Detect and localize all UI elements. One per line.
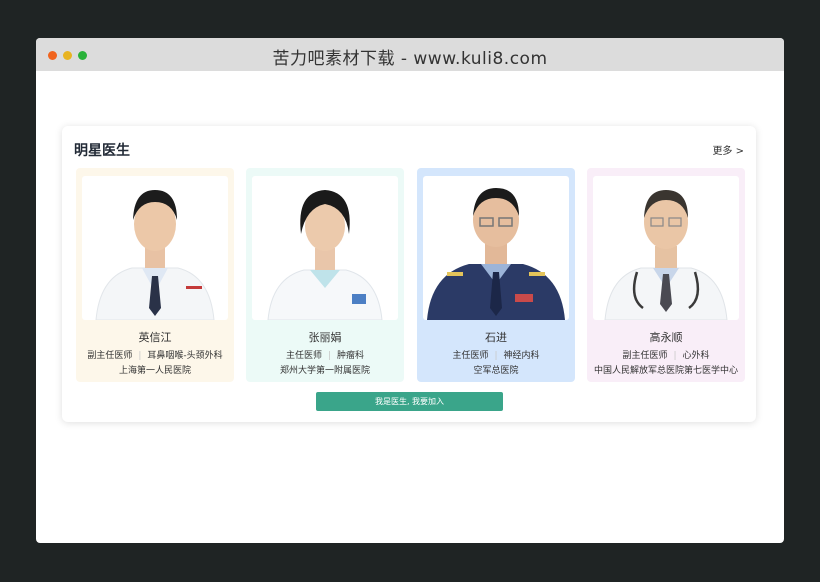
doctor-title: 副主任医师 (622, 351, 668, 361)
doctor-card[interactable]: 高永顺 副主任医师 | 心外科 中国人民解放军总医院第七医学中心 (587, 168, 745, 382)
doctor-name: 高永顺 (649, 331, 683, 344)
doctor-name: 石进 (485, 331, 507, 344)
doctor-photo (593, 176, 739, 320)
doctor-department: 耳鼻咽喉-头颈外科 (147, 351, 223, 361)
title-bar: 苦力吧素材下载 - www.kuli8.com (36, 38, 784, 71)
doctor-card[interactable]: 石进 主任医师 | 神经内科 空军总医院 (417, 168, 575, 382)
window-title: 苦力吧素材下载 - www.kuli8.com (272, 49, 548, 69)
join-as-doctor-button[interactable]: 我是医生, 我要加入 (316, 392, 503, 411)
doctor-hospital: 郑州大学第一附属医院 (279, 366, 370, 376)
doctor-department: 肿瘤科 (337, 351, 365, 361)
doctor-card[interactable]: 张丽娟 主任医师 | 肿瘤科 郑州大学第一附属医院 (246, 168, 404, 382)
divider: | (673, 351, 677, 361)
doctor-photo (82, 176, 228, 320)
doctor-list: 英信江 副主任医师 | 耳鼻咽喉-头颈外科 上海第一人民医院 张丽娟 主任医师 … (76, 168, 746, 382)
section-title: 明星医生 (74, 143, 130, 159)
doctor-hospital: 空军总医院 (473, 366, 519, 376)
doctor-title: 副主任医师 (87, 351, 133, 361)
doctor-photo (423, 176, 569, 320)
doctor-info: 主任医师 | 神经内科 (417, 348, 575, 361)
doctor-hospital: 上海第一人民医院 (118, 366, 191, 376)
browser-window: 苦力吧素材下载 - www.kuli8.com 明星医生 更多 > 英信江 副主… (36, 38, 784, 543)
star-doctors-card: 明星医生 更多 > 英信江 副主任医师 | 耳鼻咽喉-头颈外科 上海第一人民医院… (62, 126, 756, 422)
divider: | (327, 351, 332, 361)
doctor-name: 英信江 (138, 331, 172, 344)
doctor-title: 主任医师 (285, 351, 322, 361)
doctor-hospital: 中国人民解放军总医院第七医学中心 (593, 366, 738, 376)
doctor-department: 神经内科 (503, 351, 540, 361)
divider: | (494, 351, 498, 361)
doctor-info: 副主任医师 | 耳鼻咽喉-头颈外科 (76, 348, 234, 361)
doctor-title: 主任医师 (452, 351, 489, 361)
doctor-info: 主任医师 | 肿瘤科 (246, 348, 404, 361)
more-link[interactable]: 更多 > (712, 142, 744, 157)
doctor-info: 副主任医师 | 心外科 (587, 348, 745, 361)
doctor-department: 心外科 (682, 351, 710, 361)
doctor-name: 张丽娟 (308, 331, 342, 344)
doctor-card[interactable]: 英信江 副主任医师 | 耳鼻咽喉-头颈外科 上海第一人民医院 (76, 168, 234, 382)
doctor-photo (252, 176, 398, 320)
divider: | (138, 351, 142, 361)
